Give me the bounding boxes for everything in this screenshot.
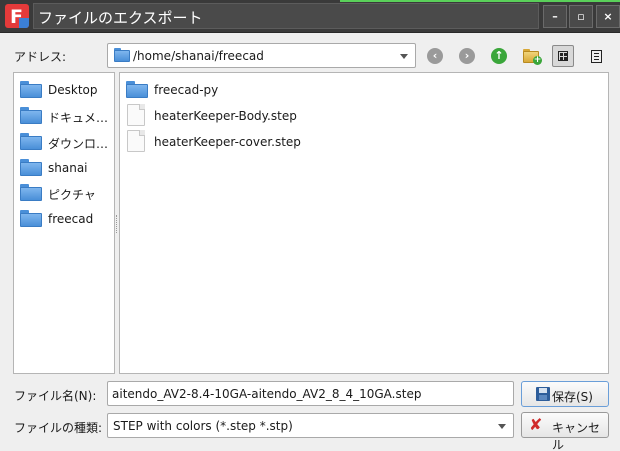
title-bar[interactable]: F ファイルのエクスポート – ▫ × [0, 0, 620, 33]
sidebar-item-downloads[interactable]: ダウンロ… [18, 130, 114, 152]
folder-icon [20, 133, 42, 150]
file-name: heaterKeeper-Body.step [154, 109, 297, 123]
back-arrow-icon: ‹ [427, 48, 443, 64]
freecad-icon: F [5, 4, 29, 28]
file-icon [127, 130, 145, 152]
sidebar-item-label: ピクチャ [48, 188, 96, 202]
list-item[interactable]: heaterKeeper-cover.step [124, 129, 424, 153]
close-button[interactable]: × [596, 5, 620, 28]
sidebar-item-label: freecad [48, 212, 94, 226]
sidebar: Desktop ドキュメ… ダウンロ… shanai ピクチャ freecad [13, 72, 115, 374]
cancel-button-label: キャンセル [552, 421, 601, 451]
folder-icon [114, 48, 130, 62]
chevron-down-icon [400, 54, 408, 59]
sidebar-item-label: ダウンロ… [48, 137, 109, 151]
filetype-value: STEP with colors (*.step *.stp) [113, 419, 293, 433]
desktop-accent-line [340, 0, 620, 2]
address-label: アドレス: [14, 50, 67, 64]
back-button[interactable]: ‹ [424, 45, 446, 67]
forward-button[interactable]: › [456, 45, 478, 67]
new-folder-button[interactable]: + [520, 45, 542, 67]
list-item[interactable]: freecad-py [124, 77, 424, 101]
list-item[interactable]: heaterKeeper-Body.step [124, 103, 424, 127]
sidebar-item-home[interactable]: shanai [18, 156, 114, 178]
address-combo[interactable]: /home/shanai/freecad [107, 43, 416, 68]
save-button[interactable]: 保存(S) [521, 381, 609, 407]
file-list[interactable]: freecad-py heaterKeeper-Body.step heater… [119, 72, 609, 374]
save-button-label: 保存(S) [552, 390, 593, 404]
forward-arrow-icon: › [459, 48, 475, 64]
grid-view-icon [558, 51, 568, 61]
new-folder-icon: + [523, 49, 542, 65]
chevron-down-icon [498, 424, 506, 429]
folder-icon [20, 107, 42, 124]
save-disk-icon [536, 387, 550, 401]
folder-icon [126, 81, 148, 98]
detail-view-button[interactable] [585, 45, 607, 67]
address-path: /home/shanai/freecad [133, 49, 264, 63]
folder-icon [20, 159, 42, 176]
sidebar-item-label: Desktop [48, 83, 98, 97]
filename-input[interactable] [107, 381, 514, 406]
folder-icon [20, 184, 42, 201]
sidebar-item-label: ドキュメ… [48, 111, 109, 125]
filetype-select[interactable]: STEP with colors (*.step *.stp) [107, 413, 514, 438]
icon-view-button[interactable] [552, 45, 574, 67]
cancel-button[interactable]: ✘ キャンセル [521, 412, 609, 451]
list-view-icon [591, 50, 602, 63]
folder-icon [20, 210, 42, 227]
sidebar-item-pictures[interactable]: ピクチャ [18, 181, 114, 203]
maximize-button[interactable]: ▫ [569, 5, 593, 28]
cancel-x-icon: ✘ [529, 415, 543, 434]
sidebar-item-label: shanai [48, 161, 88, 175]
sidebar-item-documents[interactable]: ドキュメ… [18, 104, 114, 126]
minimize-button[interactable]: – [543, 5, 567, 28]
sidebar-item-freecad[interactable]: freecad [18, 207, 114, 229]
file-name: heaterKeeper-cover.step [154, 135, 301, 149]
window-title: ファイルのエクスポート [38, 9, 203, 27]
file-icon [127, 104, 145, 126]
up-arrow-icon: ↑ [491, 48, 507, 64]
filetype-label: ファイルの種類: [14, 421, 103, 435]
file-name: freecad-py [154, 83, 219, 97]
filename-label: ファイル名(N): [14, 389, 97, 403]
parent-directory-button[interactable]: ↑ [488, 45, 510, 67]
sidebar-item-desktop[interactable]: Desktop [18, 78, 114, 100]
title-field: ファイルのエクスポート [33, 3, 539, 29]
folder-icon [20, 81, 42, 98]
